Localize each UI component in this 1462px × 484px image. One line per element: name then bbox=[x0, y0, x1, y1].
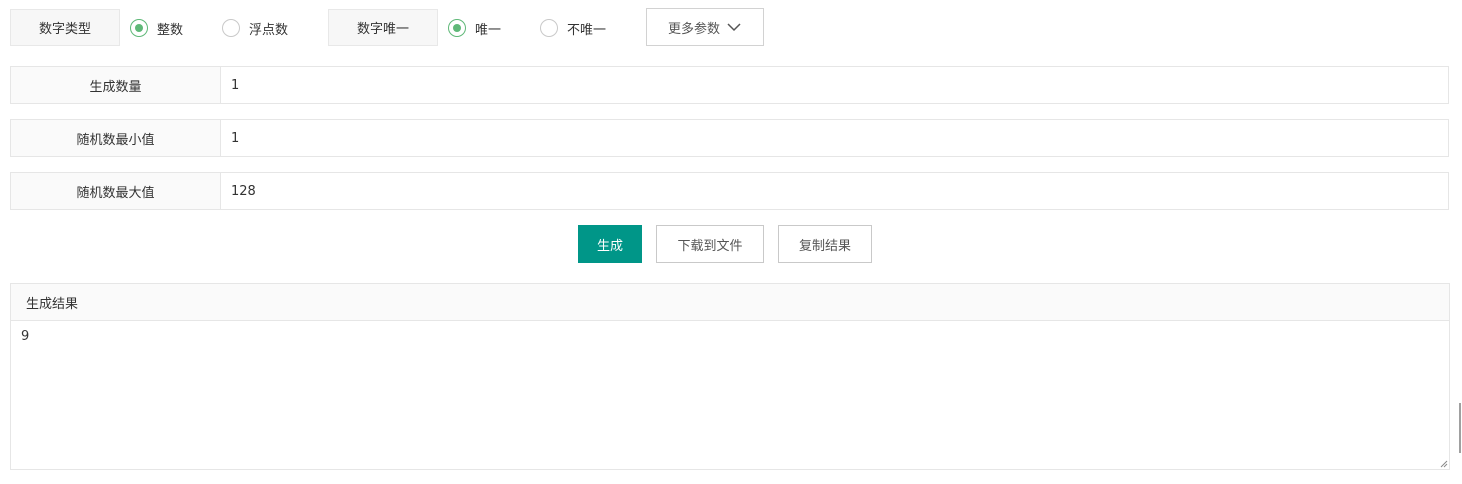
radio-checked-icon bbox=[130, 19, 148, 37]
more-params-label: 更多参数 bbox=[667, 21, 720, 37]
count-input[interactable] bbox=[221, 67, 1448, 103]
radio-unchecked-icon bbox=[222, 19, 240, 37]
radio-integer-label: 整数 bbox=[157, 22, 184, 38]
radio-float-label: 浮点数 bbox=[249, 22, 289, 38]
max-input[interactable] bbox=[221, 173, 1448, 209]
radio-unique-label: 唯一 bbox=[475, 22, 502, 38]
number-type-label: 数字类型 bbox=[10, 9, 120, 46]
radio-checked-icon bbox=[448, 19, 466, 37]
count-row: 生成数量 bbox=[10, 66, 1449, 104]
download-button[interactable]: 下载到文件 bbox=[656, 225, 764, 263]
radio-integer[interactable]: 整数 bbox=[130, 18, 183, 38]
chevron-down-icon bbox=[727, 23, 741, 32]
result-textarea[interactable]: 9 bbox=[10, 321, 1450, 470]
min-row: 随机数最小值 bbox=[10, 119, 1449, 157]
min-label: 随机数最小值 bbox=[11, 120, 221, 156]
radio-not-unique-label: 不唯一 bbox=[567, 22, 607, 38]
generate-button[interactable]: 生成 bbox=[578, 225, 642, 263]
page-scrollbar[interactable] bbox=[1459, 403, 1461, 453]
radio-unique[interactable]: 唯一 bbox=[448, 18, 501, 38]
count-label: 生成数量 bbox=[11, 67, 221, 103]
radio-unchecked-icon bbox=[540, 19, 558, 37]
number-type-label-text: 数字类型 bbox=[38, 22, 91, 37]
number-unique-label: 数字唯一 bbox=[328, 9, 438, 46]
radio-not-unique[interactable]: 不唯一 bbox=[540, 18, 606, 38]
copy-result-button[interactable]: 复制结果 bbox=[778, 225, 872, 263]
number-unique-label-text: 数字唯一 bbox=[356, 22, 409, 37]
max-row: 随机数最大值 bbox=[10, 172, 1449, 210]
radio-float[interactable]: 浮点数 bbox=[222, 18, 288, 38]
resize-grip-icon[interactable] bbox=[1440, 460, 1448, 468]
max-label: 随机数最大值 bbox=[11, 173, 221, 209]
more-params-button[interactable]: 更多参数 bbox=[646, 8, 764, 46]
result-header: 生成结果 bbox=[10, 283, 1450, 321]
result-title: 生成结果 bbox=[26, 296, 79, 312]
min-input[interactable] bbox=[221, 120, 1448, 156]
